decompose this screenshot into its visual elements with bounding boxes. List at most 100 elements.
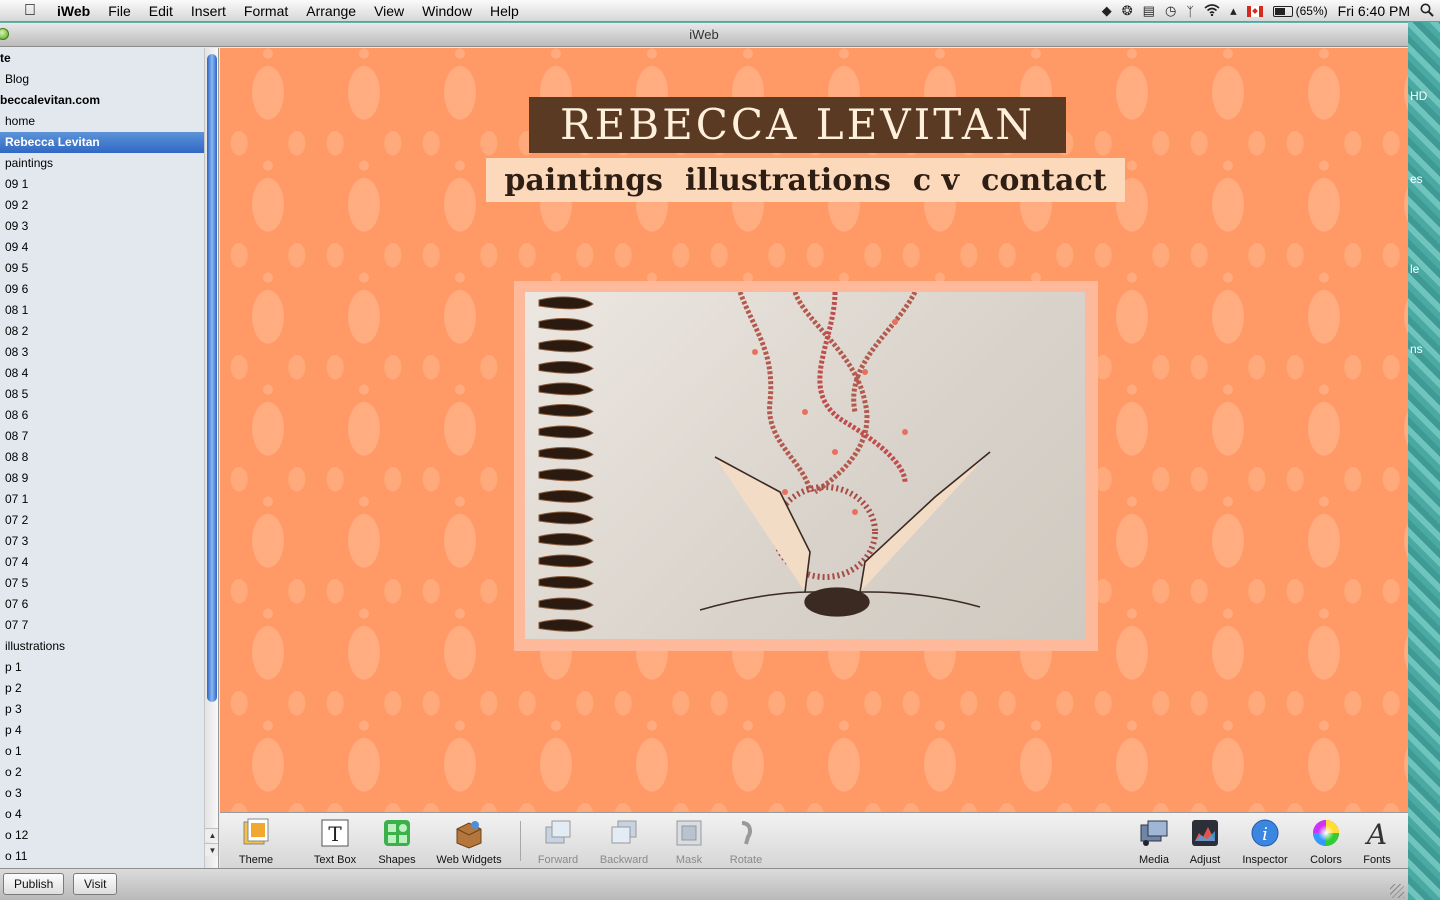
sidebar-page-item[interactable]: illustrations bbox=[0, 636, 204, 657]
sidebar-page-item[interactable]: 07 2 bbox=[0, 510, 204, 531]
sidebar-page-item[interactable]: 09 4 bbox=[0, 237, 204, 258]
sidebar-page-item[interactable]: p 1 bbox=[0, 657, 204, 678]
menu-view[interactable]: View bbox=[365, 3, 413, 19]
menu-file[interactable]: File bbox=[99, 3, 140, 19]
sidebar-page-item[interactable]: o 4 bbox=[0, 804, 204, 825]
figure-drawing-icon bbox=[699, 292, 991, 617]
evernote-icon[interactable]: ◆ bbox=[1102, 3, 1112, 19]
time-machine-icon[interactable]: ◷ bbox=[1165, 3, 1176, 19]
sidebar-page-item[interactable]: o 1 bbox=[0, 741, 204, 762]
sidebar-page-item[interactable]: 07 6 bbox=[0, 594, 204, 615]
sidebar-page-item[interactable]: 07 7 bbox=[0, 615, 204, 636]
shapes-button[interactable]: Shapes bbox=[362, 817, 432, 866]
window-resize-grip[interactable] bbox=[1390, 884, 1404, 898]
menu-window[interactable]: Window bbox=[413, 3, 481, 19]
sidebar-page-item[interactable]: 08 3 bbox=[0, 342, 204, 363]
page-canvas[interactable]: REBECCA LEVITAN paintings illustrations … bbox=[220, 48, 1408, 812]
sidebar-page-item[interactable]: 08 1 bbox=[0, 300, 204, 321]
spiral-ring bbox=[538, 447, 594, 460]
app-menu[interactable]: iWeb bbox=[48, 3, 99, 19]
sidebar-page-item[interactable]: 09 3 bbox=[0, 216, 204, 237]
status-menus: ◆ ❂ ▤ ◷ ᛉ ▴ (65%) Fri 6:40 PM bbox=[1102, 0, 1434, 22]
inspector-button[interactable]: i Inspector bbox=[1230, 817, 1300, 866]
text-box-button[interactable]: T Text Box bbox=[300, 817, 370, 866]
menu-edit[interactable]: Edit bbox=[140, 3, 182, 19]
desktop-icon-label[interactable]: HD bbox=[1410, 89, 1427, 103]
spiral-ring bbox=[538, 511, 594, 525]
spiral-ring bbox=[538, 468, 594, 482]
sidebar-page-item[interactable]: 07 4 bbox=[0, 552, 204, 573]
rotate-button[interactable]: Rotate bbox=[711, 817, 781, 866]
wifi-icon[interactable] bbox=[1204, 3, 1220, 19]
volume-icon[interactable]: ▴ bbox=[1230, 3, 1237, 19]
site-header-item[interactable]: te bbox=[0, 48, 204, 69]
nav-link-paintings[interactable]: paintings bbox=[504, 163, 663, 198]
sidebar-page-item[interactable]: p 3 bbox=[0, 699, 204, 720]
desktop-icon-label[interactable]: le bbox=[1410, 262, 1419, 276]
desktop-icon-label[interactable]: es bbox=[1410, 172, 1423, 186]
sidebar-page-item[interactable]: p 2 bbox=[0, 678, 204, 699]
sidebar-page-item[interactable]: 08 7 bbox=[0, 426, 204, 447]
sidebar-scrollbar[interactable]: ▲ ▼ bbox=[204, 48, 218, 868]
sidebar-page-item[interactable]: o 11 bbox=[0, 846, 204, 867]
menu-help[interactable]: Help bbox=[481, 3, 528, 19]
menu-insert[interactable]: Insert bbox=[182, 3, 235, 19]
sync-icon[interactable]: ❂ bbox=[1122, 3, 1133, 19]
sidebar-page-item[interactable]: o 3 bbox=[0, 783, 204, 804]
sidebar-page-item[interactable]: 07 5 bbox=[0, 573, 204, 594]
spiral-ring bbox=[538, 318, 594, 331]
display-icon[interactable]: ▤ bbox=[1143, 3, 1155, 19]
sidebar-page-item[interactable]: 08 4 bbox=[0, 363, 204, 384]
sidebar-page-item[interactable]: 09 6 bbox=[0, 279, 204, 300]
menu-format[interactable]: Format bbox=[235, 3, 297, 19]
backward-label: Backward bbox=[599, 854, 649, 866]
backward-button[interactable]: Backward bbox=[589, 817, 659, 866]
apple-menu-icon[interactable]:  bbox=[18, 2, 42, 20]
zoom-button[interactable] bbox=[0, 28, 9, 40]
sidebar-page-item[interactable]: o 12 bbox=[0, 825, 204, 846]
adjust-icon bbox=[1192, 820, 1218, 846]
sidebar-page-item[interactable]: 09 2 bbox=[0, 195, 204, 216]
sidebar-page-item[interactable]: 07 1 bbox=[0, 489, 204, 510]
photo-frame[interactable] bbox=[514, 281, 1098, 651]
nav-link-cv[interactable]: c v bbox=[913, 163, 959, 198]
sidebar-page-item[interactable]: 08 2 bbox=[0, 321, 204, 342]
battery-status[interactable]: (65%) bbox=[1272, 4, 1328, 18]
desktop-icon-label[interactable]: ns bbox=[1410, 342, 1423, 356]
sidebar-page-item[interactable]: home bbox=[0, 111, 204, 132]
menu-arrange[interactable]: Arrange bbox=[297, 3, 365, 19]
fonts-button[interactable]: A Fonts bbox=[1342, 817, 1412, 866]
site-header-item[interactable]: beccalevitan.com bbox=[0, 90, 204, 111]
sidebar-page-item[interactable]: Blog bbox=[0, 69, 204, 90]
site-nav-bar[interactable]: paintings illustrations c v contact bbox=[486, 158, 1125, 202]
web-widgets-button[interactable]: Web Widgets bbox=[433, 817, 505, 866]
nav-link-contact[interactable]: contact bbox=[981, 163, 1107, 198]
sketchbook-illustration-image[interactable] bbox=[525, 292, 1085, 639]
input-source-flag-icon[interactable] bbox=[1246, 5, 1263, 17]
sidebar-page-item[interactable]: 09 1 bbox=[0, 174, 204, 195]
sidebar-page-item[interactable]: paintings bbox=[0, 153, 204, 174]
publish-button[interactable]: Publish bbox=[3, 873, 65, 895]
sidebar-page-item[interactable]: o 2 bbox=[0, 762, 204, 783]
nav-link-illustrations[interactable]: illustrations bbox=[685, 163, 891, 198]
forward-button[interactable]: Forward bbox=[523, 817, 593, 866]
sidebar-page-item[interactable]: 08 5 bbox=[0, 384, 204, 405]
window-titlebar[interactable]: iWeb bbox=[0, 23, 1408, 47]
scroll-thumb[interactable] bbox=[207, 54, 217, 702]
sidebar-page-item[interactable]: 07 3 bbox=[0, 531, 204, 552]
visit-button[interactable]: Visit bbox=[73, 873, 118, 895]
theme-button[interactable]: Theme bbox=[221, 817, 291, 866]
spotlight-search-icon[interactable] bbox=[1420, 3, 1434, 20]
bluetooth-icon[interactable]: ᛉ bbox=[1186, 4, 1194, 19]
sidebar-page-item[interactable]: p 4 bbox=[0, 720, 204, 741]
color-wheel-icon bbox=[1313, 820, 1339, 846]
scroll-down-arrow-icon[interactable]: ▼ bbox=[205, 843, 218, 856]
site-title[interactable]: REBECCA LEVITAN bbox=[529, 97, 1066, 153]
sidebar-page-item[interactable]: Rebecca Levitan bbox=[0, 132, 204, 153]
sidebar-page-item[interactable]: 08 8 bbox=[0, 447, 204, 468]
scroll-up-arrow-icon[interactable]: ▲ bbox=[205, 828, 218, 841]
sidebar-page-item[interactable]: 08 9 bbox=[0, 468, 204, 489]
sidebar-page-item[interactable]: 08 6 bbox=[0, 405, 204, 426]
clock[interactable]: Fri 6:40 PM bbox=[1338, 3, 1410, 19]
sidebar-page-item[interactable]: 09 5 bbox=[0, 258, 204, 279]
